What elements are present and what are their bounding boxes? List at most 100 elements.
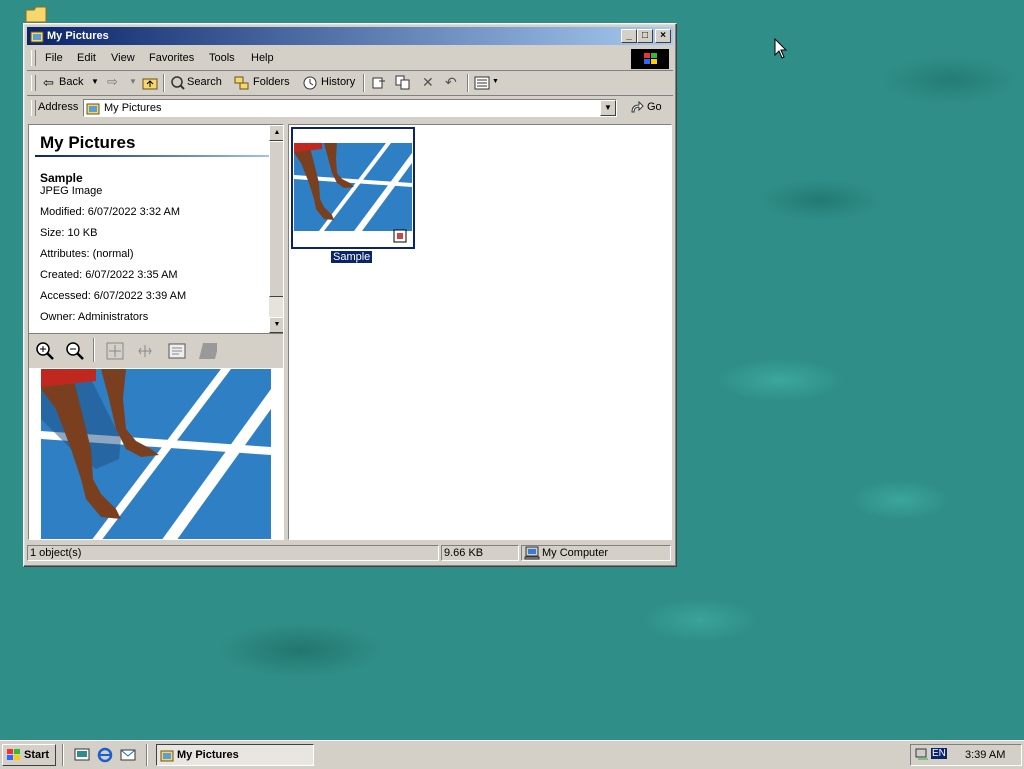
menu-favorites[interactable]: Favorites: [149, 52, 194, 64]
folder-icon: [25, 6, 47, 23]
history-icon: [303, 76, 317, 90]
zoom-out-icon[interactable]: [65, 341, 85, 361]
close-button[interactable]: ×: [655, 29, 671, 43]
address-dropdown-button[interactable]: ▼: [600, 100, 616, 116]
file-thumbnail[interactable]: [291, 127, 415, 249]
forward-dropdown-icon[interactable]: ▼: [129, 77, 137, 86]
start-button[interactable]: Start: [2, 744, 56, 766]
views-icon[interactable]: [474, 76, 490, 90]
preview-toolbar: [29, 333, 283, 368]
taskbar: Start My Pictures EN 3:39 AM: [0, 740, 1024, 769]
file-modified: Modified: 6/07/2022 3:32 AM: [40, 206, 181, 218]
scroll-up-button[interactable]: ▲: [269, 125, 283, 141]
up-folder-icon[interactable]: [142, 76, 158, 90]
file-view[interactable]: Sample: [288, 124, 672, 540]
delete-icon[interactable]: ✕: [422, 74, 434, 91]
show-desktop-icon[interactable]: [74, 747, 90, 763]
toolbar-grip: [31, 75, 36, 91]
history-button[interactable]: History: [321, 76, 355, 88]
taskbar-button-label: My Pictures: [177, 749, 239, 761]
actual-size-icon[interactable]: [135, 341, 155, 361]
standard-toolbar: ⇦ Back ▼ ⇨ ▼ Search Folders History ✕ ↶ …: [27, 70, 673, 95]
clock[interactable]: 3:39 AM: [965, 749, 1005, 761]
folder-picture-icon: [30, 31, 44, 43]
file-type: JPEG Image: [40, 185, 103, 197]
desktop-icon-documents[interactable]: [24, 4, 47, 23]
system-tray: EN 3:39 AM: [910, 744, 1022, 766]
windows-logo: [631, 49, 669, 69]
folder-picture-icon: [160, 750, 174, 762]
move-to-icon[interactable]: [371, 75, 387, 91]
slideshow-icon[interactable]: [167, 341, 187, 361]
my-computer-icon: [524, 546, 540, 560]
menu-grip: [31, 50, 36, 66]
status-zone-label: My Computer: [542, 547, 609, 559]
scroll-down-button[interactable]: ▼: [269, 317, 283, 333]
maximize-button[interactable]: □: [637, 29, 653, 43]
status-size: 9.66 KB: [441, 545, 519, 561]
photo-track-hands: [41, 369, 271, 539]
go-arrow-icon: [631, 100, 644, 113]
best-fit-icon[interactable]: [105, 341, 125, 361]
shortcut-overlay-icon: [393, 229, 407, 243]
folders-icon: [234, 76, 249, 90]
menu-help[interactable]: Help: [251, 52, 274, 64]
menu-view[interactable]: View: [111, 52, 135, 64]
info-pane-rule: [35, 155, 279, 157]
start-label: Start: [24, 749, 50, 761]
menu-bar: File Edit View Favorites Tools Help: [27, 47, 673, 69]
preview-separator: [93, 338, 95, 362]
zoom-in-icon[interactable]: [35, 341, 55, 361]
outlook-express-icon[interactable]: [120, 747, 136, 763]
info-pane-title: My Pictures: [40, 133, 136, 152]
search-button[interactable]: Search: [187, 76, 222, 88]
file-owner: Owner: Administrators: [40, 311, 149, 323]
image-preview: [41, 369, 271, 539]
window-title: My Pictures: [47, 30, 109, 42]
mouse-cursor-icon: [774, 38, 788, 59]
minimize-button[interactable]: _: [621, 29, 637, 43]
address-input[interactable]: My Pictures ▼: [83, 99, 617, 117]
title-bar[interactable]: My Pictures _ □ ×: [27, 27, 673, 45]
folders-button[interactable]: Folders: [253, 76, 290, 88]
info-scrollbar[interactable]: ▲ ▼: [269, 125, 283, 333]
windows-flag-icon: [7, 749, 20, 760]
explorer-window[interactable]: My Pictures _ □ × File Edit View Favorit…: [23, 23, 677, 567]
views-dropdown-icon[interactable]: ▼: [492, 78, 499, 85]
taskbar-button-my-pictures[interactable]: My Pictures: [156, 744, 314, 766]
status-zone: My Computer: [521, 545, 671, 561]
address-label: Address: [38, 101, 79, 113]
print-icon[interactable]: [197, 341, 217, 361]
status-bar: 1 object(s) 9.66 KB My Computer: [27, 543, 673, 563]
forward-button[interactable]: ⇨: [107, 74, 118, 90]
menu-tools[interactable]: Tools: [209, 52, 235, 64]
file-attributes: Attributes: (normal): [40, 248, 134, 260]
scroll-thumb[interactable]: [269, 141, 283, 297]
search-icon: [171, 76, 185, 90]
taskbar-separator: [62, 744, 64, 766]
file-created: Created: 6/07/2022 3:35 AM: [40, 269, 178, 281]
go-button[interactable]: Go: [647, 101, 662, 113]
undo-icon[interactable]: ↶: [445, 74, 457, 91]
file-accessed: Accessed: 6/07/2022 3:39 AM: [40, 290, 187, 302]
copy-to-icon[interactable]: [395, 75, 411, 91]
info-pane: My Pictures Sample JPEG Image Modified: …: [28, 124, 284, 540]
address-value: My Pictures: [104, 102, 162, 114]
network-icon[interactable]: [914, 747, 930, 763]
back-arrow-icon: ⇦: [43, 75, 54, 90]
file-name: Sample: [40, 171, 83, 185]
toolbar-separator: [467, 74, 469, 92]
address-grip: [31, 100, 36, 116]
file-size: Size: 10 KB: [40, 227, 98, 239]
internet-explorer-icon[interactable]: [97, 747, 113, 763]
back-dropdown-icon[interactable]: ▼: [91, 77, 99, 86]
address-bar: Address My Pictures ▼ Go: [27, 95, 673, 120]
menu-file[interactable]: File: [45, 52, 63, 64]
toolbar-separator: [163, 74, 165, 92]
back-button[interactable]: Back: [59, 76, 83, 88]
taskbar-separator: [146, 744, 148, 766]
toolbar-separator: [363, 74, 365, 92]
language-indicator[interactable]: EN: [931, 748, 947, 759]
menu-edit[interactable]: Edit: [77, 52, 96, 64]
file-label[interactable]: Sample: [331, 251, 373, 263]
